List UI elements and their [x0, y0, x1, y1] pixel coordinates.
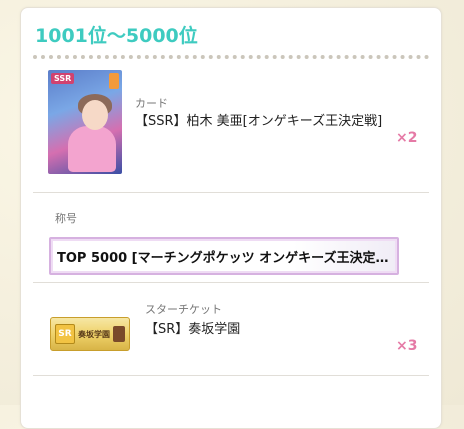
card-name: 【SSR】柏木 美亜[オンゲキーズ王決定戦] — [135, 114, 383, 129]
divider — [33, 192, 429, 193]
school-crest-icon — [113, 326, 125, 342]
ticket-type-label: スターチケット — [145, 303, 222, 316]
dotted-divider — [33, 55, 429, 59]
rank-range-title: 1001位～5000位 — [35, 25, 198, 47]
sr-badge: SR — [55, 324, 75, 344]
divider — [33, 282, 429, 283]
ticket-count: ×3 — [396, 338, 418, 354]
card-thumbnail[interactable]: SSR — [48, 70, 122, 174]
card-count: ×2 — [396, 130, 418, 146]
card-character-body — [68, 126, 116, 172]
title-text: TOP 5000 [マーチングポケッツ オンゲキーズ王決定戦] — [57, 250, 393, 266]
divider — [33, 375, 429, 376]
ranking-reward-panel: 1001位～5000位 SSR カード 【SSR】柏木 美亜[オンゲキーズ王決定… — [20, 7, 442, 429]
card-character-face — [82, 100, 108, 130]
star-ticket-thumbnail[interactable]: SR 奏坂学園 — [50, 317, 130, 351]
ticket-school-text: 奏坂学園 — [78, 329, 110, 339]
title-type-label: 称号 — [55, 212, 77, 225]
attribute-icon — [109, 73, 119, 89]
card-type-label: カード — [135, 97, 168, 110]
title-plate[interactable]: TOP 5000 [マーチングポケッツ オンゲキーズ王決定戦] — [49, 237, 399, 275]
ticket-name: 【SR】奏坂学園 — [145, 322, 241, 337]
ssr-badge: SSR — [51, 73, 75, 84]
